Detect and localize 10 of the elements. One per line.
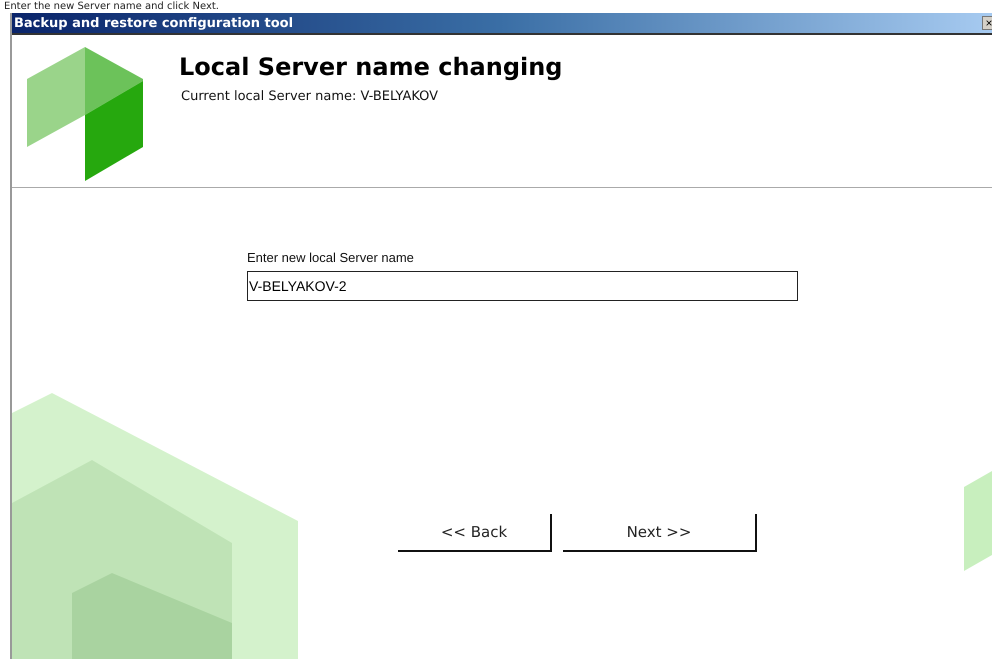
server-name-field[interactable]: V-BELYAKOV-2 [247,271,798,301]
next-button[interactable]: Next >> [563,514,757,552]
logo-icon [27,47,143,181]
current-name-text: Current local Server name: V-BELYAKOV [181,89,440,104]
close-button[interactable]: × [982,16,992,30]
instruction-text: Enter the new Server name and click Next. [3,0,219,13]
page-title: Local Server name changing [179,53,562,81]
back-button[interactable]: << Back [398,514,552,552]
field-label: Enter new local Server name [247,250,415,265]
window-title: Backup and restore configuration tool [13,16,294,30]
